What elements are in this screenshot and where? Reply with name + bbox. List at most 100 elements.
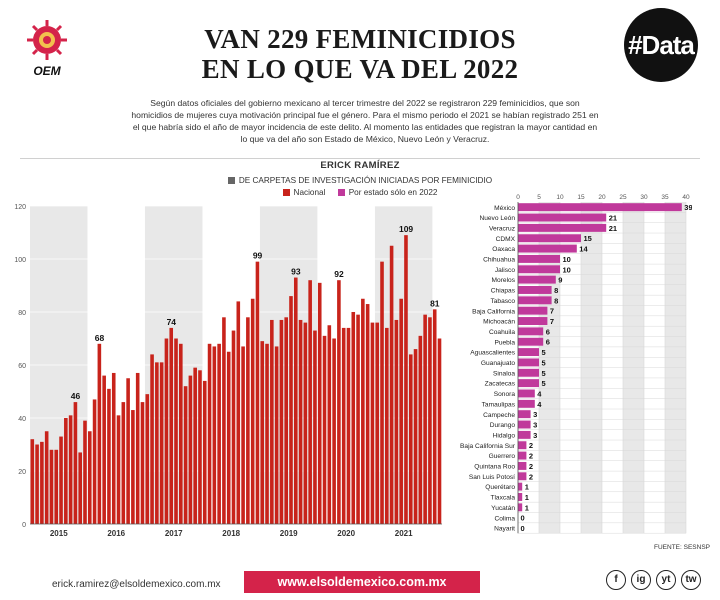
state-label: Sonora bbox=[494, 391, 516, 398]
bar bbox=[140, 402, 145, 524]
state-label: Baja California bbox=[472, 308, 515, 315]
state-value-label: 15 bbox=[584, 234, 592, 243]
state-bar bbox=[518, 348, 539, 357]
bar bbox=[54, 449, 59, 524]
bar bbox=[116, 415, 121, 524]
bar bbox=[92, 399, 97, 524]
bar bbox=[327, 325, 332, 524]
state-bar bbox=[518, 275, 556, 284]
bar bbox=[394, 319, 399, 524]
headline-line-1: VAN 229 FEMINICIDIOS bbox=[204, 24, 516, 54]
state-bar bbox=[518, 265, 560, 274]
bar bbox=[193, 367, 197, 524]
state-value-label: 10 bbox=[563, 255, 571, 264]
bar bbox=[332, 338, 336, 524]
bar bbox=[270, 319, 274, 524]
x-tick-label: 15 bbox=[577, 194, 585, 201]
legend-item-state: Por estado sólo en 2022 bbox=[337, 188, 437, 197]
state-value-label: 2 bbox=[529, 441, 533, 450]
bar bbox=[389, 245, 394, 524]
x-tick-label: 2020 bbox=[337, 529, 355, 538]
x-tick-label: 10 bbox=[556, 194, 564, 201]
data-label: 99 bbox=[253, 251, 263, 261]
twitter-icon[interactable]: tw bbox=[681, 570, 701, 590]
data-label: 92 bbox=[334, 269, 344, 279]
bar bbox=[274, 346, 279, 524]
x-tick-label: 25 bbox=[619, 194, 627, 201]
state-value-label: 0 bbox=[521, 524, 525, 533]
state-label: Nuevo León bbox=[479, 215, 515, 222]
state-bar bbox=[518, 410, 531, 419]
x-tick-label: 2018 bbox=[222, 529, 240, 538]
state-label: Guerrero bbox=[489, 453, 516, 460]
state-bar bbox=[518, 337, 544, 346]
bar bbox=[250, 298, 255, 524]
state-value-label: 6 bbox=[546, 338, 550, 347]
y-tick-label: 0 bbox=[22, 522, 26, 529]
bar bbox=[83, 420, 87, 524]
bar bbox=[222, 317, 226, 524]
bar bbox=[428, 317, 432, 524]
bar bbox=[155, 362, 159, 524]
youtube-icon[interactable]: yt bbox=[656, 570, 676, 590]
state-value-label: 21 bbox=[609, 214, 617, 223]
x-tick-label: 40 bbox=[682, 194, 690, 201]
author-email[interactable]: erick.ramirez@elsoldemexico.com.mx bbox=[52, 579, 221, 590]
x-tick-label: 30 bbox=[640, 194, 648, 201]
state-bar bbox=[518, 296, 552, 305]
bar bbox=[49, 449, 54, 524]
bar bbox=[289, 296, 293, 524]
bar bbox=[356, 314, 360, 524]
instagram-icon[interactable]: ig bbox=[631, 570, 651, 590]
state-bar bbox=[518, 213, 607, 222]
x-tick-label: 2021 bbox=[395, 529, 413, 538]
bar bbox=[97, 343, 102, 524]
bar bbox=[59, 436, 63, 524]
legend-title-swatch bbox=[227, 177, 235, 184]
x-tick-label: 2019 bbox=[280, 529, 298, 538]
state-value-label: 39 bbox=[684, 203, 692, 212]
state-label: Querétaro bbox=[485, 484, 515, 491]
bar bbox=[126, 378, 130, 524]
state-bar bbox=[518, 389, 535, 398]
bar bbox=[313, 330, 317, 524]
y-tick-label: 40 bbox=[18, 416, 26, 423]
national-monthly-chart: 0 20 40 60 80 100 120 46 68 74 99 93 92 109 81 2015 2016… bbox=[14, 204, 448, 538]
legend-swatch-state bbox=[337, 189, 345, 196]
state-label: Sinaloa bbox=[493, 370, 515, 377]
bar bbox=[341, 327, 346, 524]
data-label: 93 bbox=[291, 267, 301, 277]
state-bar bbox=[518, 451, 527, 460]
bar bbox=[35, 444, 39, 524]
bar bbox=[30, 439, 35, 524]
bar bbox=[298, 319, 303, 524]
state-value-label: 6 bbox=[546, 327, 550, 336]
bar bbox=[423, 314, 427, 524]
facebook-icon[interactable]: f bbox=[606, 570, 626, 590]
bar bbox=[111, 372, 116, 524]
data-label: 74 bbox=[167, 317, 177, 327]
state-label: Tamaulipas bbox=[482, 401, 516, 408]
bar bbox=[188, 375, 193, 524]
bar bbox=[317, 282, 322, 524]
bar bbox=[399, 298, 403, 524]
bar bbox=[179, 343, 183, 524]
website-link[interactable]: www.elsoldemexico.com.mx bbox=[244, 571, 480, 593]
state-bar bbox=[518, 472, 527, 481]
state-bar bbox=[518, 420, 531, 429]
state-bar bbox=[518, 482, 523, 491]
bar bbox=[145, 394, 150, 524]
state-bar bbox=[518, 223, 607, 232]
state-bar bbox=[518, 379, 539, 388]
state-bar bbox=[518, 368, 539, 377]
state-value-label: 8 bbox=[554, 296, 558, 305]
state-bar bbox=[518, 234, 581, 243]
y-tick-label: 20 bbox=[18, 469, 26, 476]
state-bar bbox=[518, 203, 682, 212]
bar bbox=[150, 354, 154, 524]
state-value-label: 0 bbox=[521, 514, 525, 523]
state-label: Oaxaca bbox=[492, 246, 515, 253]
state-value-label: 2 bbox=[529, 462, 533, 471]
state-label: Aguascalientes bbox=[470, 350, 515, 357]
state-bar bbox=[518, 317, 548, 325]
